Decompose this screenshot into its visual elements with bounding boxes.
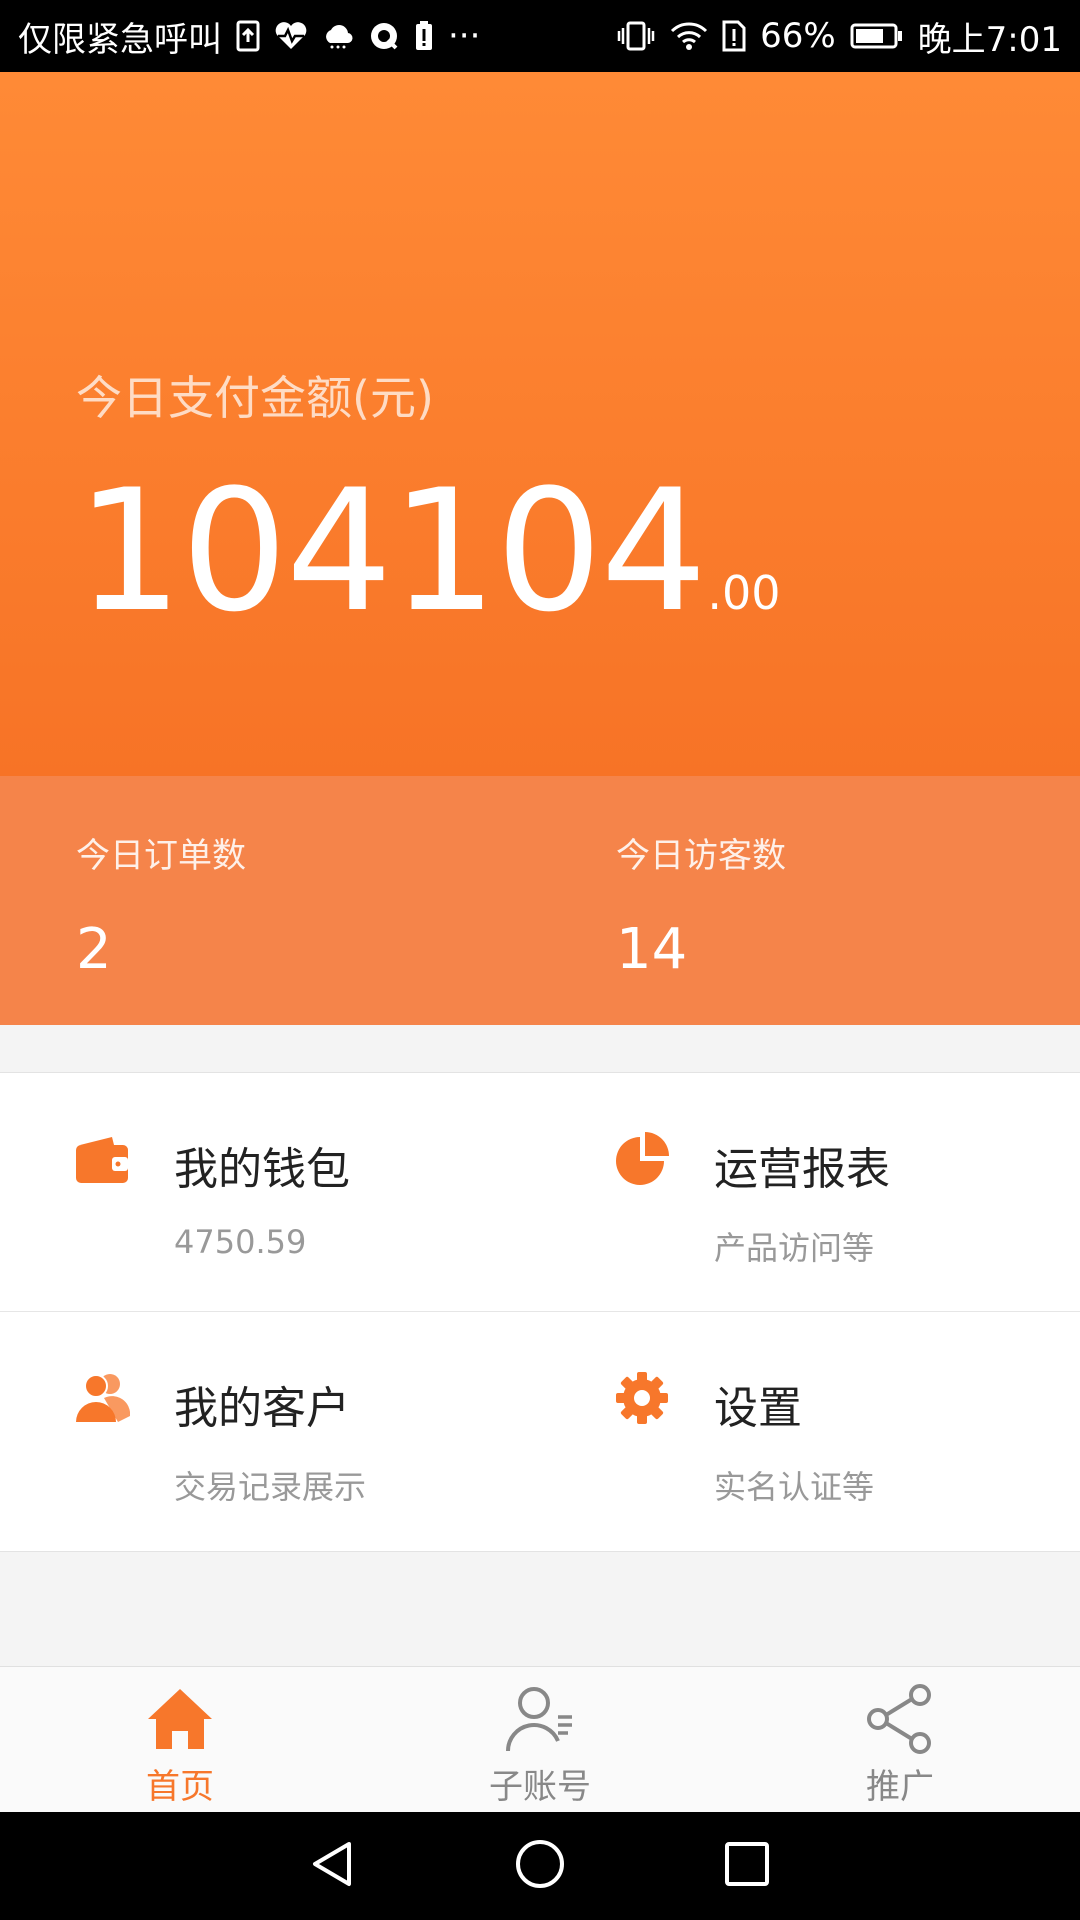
amount-decimal: .00: [707, 566, 781, 620]
wifi-icon: [670, 16, 708, 56]
share-icon: [862, 1681, 938, 1757]
tile-title: 设置: [714, 1383, 802, 1434]
chat-icon: [368, 16, 400, 56]
home-circle-icon[interactable]: [514, 1838, 566, 1894]
nav-label: 子账号: [489, 1767, 591, 1807]
sub-account-icon: [502, 1681, 578, 1757]
nav-sub-account[interactable]: 子账号: [360, 1667, 720, 1813]
today-payment-amount: 104104 .00: [76, 467, 780, 635]
nav-label: 首页: [146, 1767, 214, 1807]
orders-stat: 今日订单数 2: [76, 828, 246, 982]
clock: 晚上7:01: [917, 19, 1062, 60]
amount-integer: 104104: [76, 453, 707, 649]
tile-operation-report[interactable]: 运营报表 产品访问等: [540, 1073, 1080, 1311]
status-bar: 仅限紧急呼叫 ··· 66% 晚上7:01: [0, 0, 1080, 72]
cloud-icon: [322, 16, 354, 56]
bottom-nav: 首页 子账号 推广: [0, 1666, 1080, 1813]
storage-alert-icon: [722, 16, 746, 56]
status-right: 66% 晚上7:01: [616, 12, 1062, 61]
tile-title: 运营报表: [714, 1144, 890, 1195]
hero-panel: 今日支付金额(元) 104104 .00: [0, 72, 1080, 776]
stats-panel: 今日订单数 2 今日访客数 14: [0, 776, 1080, 1025]
tile-subtitle: 实名认证等: [714, 1468, 875, 1506]
tile-subtitle: 产品访问等: [714, 1229, 875, 1267]
recents-icon[interactable]: [721, 1838, 773, 1894]
gear-icon: [614, 1370, 670, 1426]
orders-label: 今日订单数: [76, 836, 246, 876]
carrier-text: 仅限紧急呼叫: [18, 19, 222, 60]
nav-label: 推广: [866, 1767, 934, 1807]
system-nav-bar: [0, 1812, 1080, 1920]
wallet-icon: [74, 1131, 130, 1187]
more-indicator: ···: [448, 16, 481, 56]
tile-my-customers[interactable]: 我的客户 交易记录展示: [0, 1312, 540, 1550]
upload-icon: [236, 16, 260, 56]
tile-title: 我的钱包: [174, 1144, 350, 1195]
tile-subtitle: 4750.59: [174, 1223, 307, 1261]
pie-chart-icon: [614, 1131, 670, 1187]
customers-icon: [74, 1370, 131, 1426]
status-left: 仅限紧急呼叫 ···: [18, 12, 480, 61]
nav-promote[interactable]: 推广: [720, 1667, 1080, 1813]
orders-value: 2: [76, 917, 112, 982]
today-payment-label: 今日支付金额(元): [76, 371, 434, 425]
battery-alert-icon: [414, 16, 434, 56]
tile-subtitle: 交易记录展示: [174, 1468, 367, 1506]
heart-rate-icon: [274, 16, 308, 56]
feature-grid: 我的钱包 4750.59 运营报表 产品访问等 我的客户 交易记录展示 设置 实…: [0, 1072, 1080, 1552]
home-icon: [142, 1681, 218, 1757]
battery-icon: [850, 16, 904, 56]
back-icon[interactable]: [307, 1838, 359, 1894]
vibrate-icon: [616, 16, 656, 56]
battery-percent: 66%: [760, 16, 836, 56]
nav-home[interactable]: 首页: [0, 1667, 360, 1813]
tile-my-wallet[interactable]: 我的钱包 4750.59: [0, 1073, 540, 1311]
visitors-label: 今日访客数: [616, 836, 786, 876]
visitors-stat: 今日访客数 14: [616, 828, 786, 982]
tile-settings[interactable]: 设置 实名认证等: [540, 1312, 1080, 1550]
tile-title: 我的客户: [174, 1383, 350, 1434]
visitors-value: 14: [616, 917, 688, 982]
